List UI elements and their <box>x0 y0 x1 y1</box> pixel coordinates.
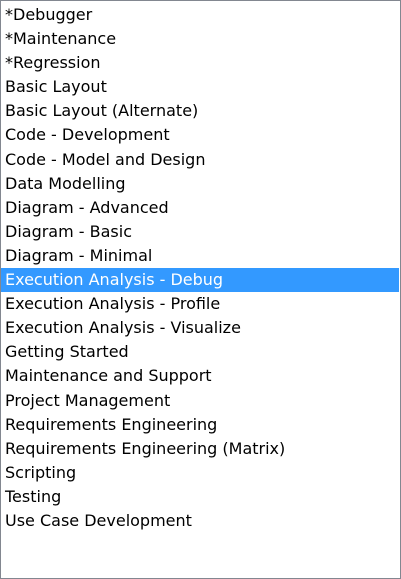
list-item[interactable]: Use Case Development <box>1 509 399 533</box>
list-item[interactable]: *Regression <box>1 51 399 75</box>
list-item[interactable]: Diagram - Minimal <box>1 244 399 268</box>
list-item[interactable]: *Debugger <box>1 3 399 27</box>
list-item[interactable]: *Maintenance <box>1 27 399 51</box>
list-item[interactable]: Project Management <box>1 389 399 413</box>
list-item[interactable]: Testing <box>1 485 399 509</box>
list-item[interactable]: Execution Analysis - Visualize <box>1 316 399 340</box>
list-item[interactable]: Requirements Engineering (Matrix) <box>1 437 399 461</box>
list-item[interactable]: Scripting <box>1 461 399 485</box>
list-item[interactable]: Data Modelling <box>1 172 399 196</box>
list-item[interactable]: Maintenance and Support <box>1 364 399 388</box>
list-item[interactable]: Diagram - Basic <box>1 220 399 244</box>
list-item[interactable]: Basic Layout <box>1 75 399 99</box>
list-item[interactable]: Execution Analysis - Profile <box>1 292 399 316</box>
list-item[interactable]: Code - Development <box>1 123 399 147</box>
list-item-selected[interactable]: Execution Analysis - Debug <box>1 268 399 293</box>
perspective-listbox[interactable]: *Debugger *Maintenance *Regression Basic La… <box>0 0 401 579</box>
list-item[interactable]: Diagram - Advanced <box>1 196 399 220</box>
list-item[interactable]: Getting Started <box>1 340 399 364</box>
list-item[interactable]: Basic Layout (Alternate) <box>1 99 399 123</box>
list-item[interactable]: Code - Model and Design <box>1 148 399 172</box>
list-item[interactable]: Requirements Engineering <box>1 413 399 437</box>
perspective-list: *Debugger *Maintenance *Regression Basic La… <box>1 3 399 533</box>
